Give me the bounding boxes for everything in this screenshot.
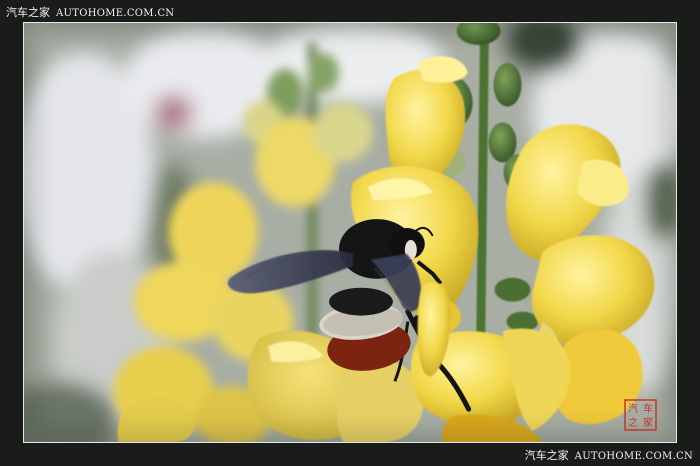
seal-glyph: 家	[643, 416, 653, 429]
watermark-bottom-cn: 汽车之家	[524, 449, 569, 462]
watermark-bottom: 汽车之家 AUTOHOME.COM.CN	[525, 447, 693, 463]
red-seal-stamp: 汽 车 之 家	[624, 399, 657, 431]
seal-glyph: 车	[643, 402, 653, 415]
watermark-bottom-en: AUTOHOME.COM.CN	[574, 451, 693, 462]
watermark-top-cn: 汽车之家	[6, 6, 50, 19]
photo-page: { "watermark_top": {"cn": "汽车之家", "en": …	[0, 0, 700, 466]
seal-glyph: 汽	[628, 402, 638, 415]
photo-frame: 汽 车 之 家	[23, 22, 677, 443]
seal-glyph: 之	[628, 416, 638, 429]
watermark-top: 汽车之家 AUTOHOME.COM.CN	[6, 4, 174, 20]
watermark-top-en: AUTOHOME.COM.CN	[56, 8, 175, 19]
bee-on-snapdragon-photo	[24, 23, 676, 442]
